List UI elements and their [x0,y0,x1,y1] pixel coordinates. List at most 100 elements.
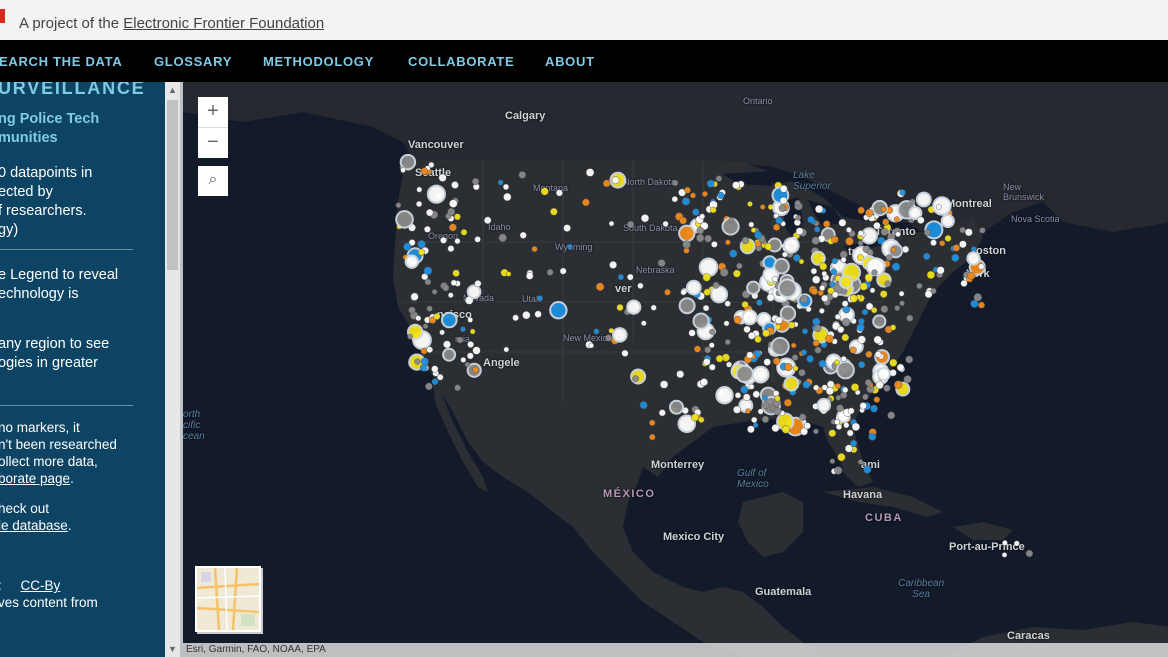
text-line: heck out [0,501,50,516]
intro-paragraph: 0 datapoints in ected by f researchers. … [0,164,92,240]
scroll-down-arrow-icon[interactable]: ▼ [165,641,180,657]
nav-glossary[interactable]: GLOSSARY [154,54,232,69]
license-paragraph: : CC-By ves content from [0,577,98,611]
legend-paragraph: e Legend to reveal echnology is [0,266,118,304]
text-line: ollect more data, [0,454,98,469]
basemap-svg [183,82,1168,657]
nav-methodology[interactable]: METHODOLOGY [263,54,374,69]
label-guatemala: Guatemala [755,586,812,598]
label-cuba: CUBA [865,512,903,524]
label-california: rnia [455,334,471,344]
divider [0,249,133,250]
subtitle-line: munities [0,130,58,146]
label-havana: Havana [843,489,883,501]
text-line: ves content from [0,595,98,610]
label-toronto: Toronto [875,226,916,238]
label-north-dakota: North Dakota [623,177,677,187]
label-mexico-city: Mexico City [663,531,725,543]
label-oregon: Oregon [428,231,459,241]
label-part: Mexico [737,479,769,490]
divider [0,405,133,406]
label-miami: ami [861,459,880,471]
nav-about[interactable]: ABOUT [545,54,595,69]
surveillance-map[interactable]: Ontario Calgary Vancouver Seattle Montan… [180,82,1168,657]
label-new-mexico: New Mexico [563,333,613,343]
eff-link[interactable]: Electronic Frontier Foundation [123,15,324,32]
label-part: Brunswick [1003,192,1045,202]
label-vancouver: Vancouver [408,139,464,151]
sidebar-subtitle: ng Police Tech munities [0,110,99,148]
label-lake-superior: Lake Superior [793,170,831,192]
label-port-au-prince: Port-au-Prince [949,541,1025,553]
label-calgary: Calgary [505,110,546,122]
database-link[interactable]: le database [0,518,68,533]
label-san-francisco: ncisco [437,309,472,321]
text-line: : [0,578,2,593]
label-gulf-of-mexico: Gulf of Mexico [737,468,769,490]
sidebar-title: URVEILLANCE [0,82,146,98]
label-seattle: Seattle [415,167,452,179]
label-part: New [1003,182,1022,192]
region-paragraph: any region to see ogies in greater [0,335,109,373]
text-line: gy) [0,222,19,238]
label-monterrey: Monterrey [651,459,705,471]
label-ontario: Ontario [743,96,773,106]
zoom-in-button[interactable]: + [198,97,228,128]
subtitle-line: ng Police Tech [0,111,100,127]
label-caracas: Caracas [1007,630,1050,642]
cc-by-link[interactable]: CC-By [21,578,61,593]
minimap-streets-icon [197,568,259,630]
sidebar-scrollbar[interactable]: ▲ ▼ [165,82,180,657]
text-line: e Legend to reveal [0,267,119,283]
label-part: orth [183,409,201,420]
banner-prefix: A project of the [19,15,120,32]
collaborate-page-link[interactable]: borate page [0,471,70,486]
label-nevada: Nevada [463,293,495,303]
eff-logo-icon [0,9,5,23]
text-line: any region to see [0,336,110,352]
label-detroit: troit [848,246,870,258]
label-part: Sea [912,589,930,600]
label-denver: ver [615,283,632,295]
text-line: echnology is [0,286,79,302]
label-new-brunswick: New Brunswick [1003,182,1044,202]
label-south-dakota: South Dakota [623,223,678,233]
label-wyoming: Wyoming [555,242,593,252]
text-line: 0 datapoints in [0,165,93,181]
label-part: Lake [793,170,815,181]
label-part: cean [183,431,205,442]
label-idaho: Idaho [488,222,511,232]
sidebar-panel: URVEILLANCE ng Police Tech munities 0 da… [0,82,165,657]
scroll-thumb[interactable] [167,100,178,270]
label-nova-scotia: Nova Scotia [1011,214,1060,224]
basemap-toggle-thumbnail[interactable] [195,566,261,632]
text-tail: . [67,518,72,533]
label-nebraska: Nebraska [636,265,675,275]
label-part: Gulf of [737,468,767,479]
nav-search-the-data[interactable]: EARCH THE DATA [0,54,122,69]
zoom-out-button[interactable]: − [198,128,228,158]
label-new-york: York [966,268,990,280]
label-mexico: MÉXICO [603,488,656,500]
label-north-pacific: orth cific cean [183,409,205,442]
top-banner: A project of the Electronic Frontier Fou… [0,0,1168,41]
text-line: f researchers. [0,203,87,219]
database-paragraph: heck out le database. [0,500,72,534]
text-line: ected by [0,184,53,200]
map-attribution: Esri, Garmin, FAO, NOAA, EPA [183,643,1168,657]
label-montreal: Montreal [946,198,992,210]
label-part: Superior [793,181,831,192]
banner-text: A project of the Electronic Frontier Fou… [19,15,324,32]
label-utah: Utah [522,294,542,304]
label-montana: Montana [533,183,569,193]
main-nav: EARCH THE DATA GLOSSARY METHODOLOGY COLL… [0,40,1168,82]
search-icon[interactable]: ⌕ [198,166,228,196]
scroll-up-arrow-icon[interactable]: ▲ [165,82,180,98]
text-line: no markers, it [0,420,80,435]
label-boston: oston [976,245,1006,257]
no-markers-paragraph: no markers, it n't been researched ollec… [0,419,117,487]
text-line: ogies in greater [0,355,98,371]
label-part: cific [183,420,201,431]
text-tail: . [70,471,74,486]
nav-collaborate[interactable]: COLLABORATE [408,54,514,69]
